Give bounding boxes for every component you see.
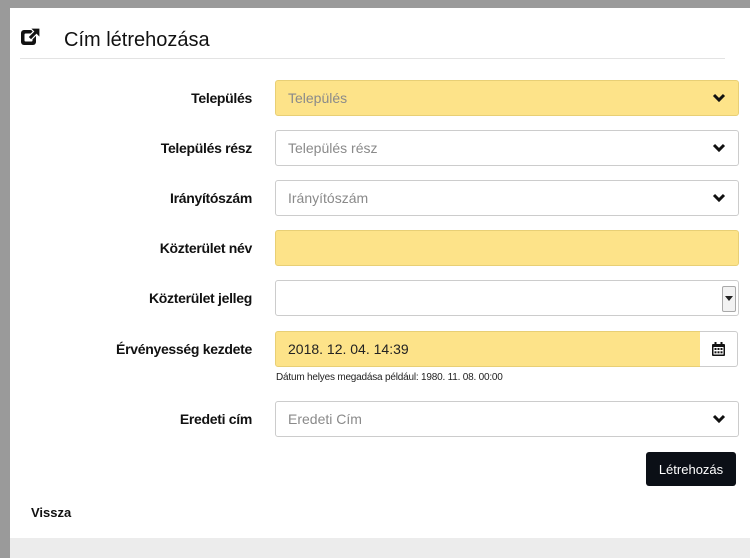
calendar-icon (712, 342, 725, 356)
back-link[interactable]: Vissza (31, 505, 71, 520)
create-button[interactable]: Létrehozás (646, 452, 736, 486)
original-address-placeholder: Eredeti Cím (288, 411, 362, 427)
calendar-button[interactable] (700, 331, 738, 367)
caret-down-icon (725, 296, 733, 301)
date-format-hint: Dátum helyes megadása például: 1980. 11.… (276, 372, 503, 383)
postal-code-row: Irányítószám Irányítószám (0, 180, 750, 216)
street-type-row: Közterület jelleg (0, 280, 750, 316)
street-name-input[interactable] (275, 230, 739, 266)
settlement-select[interactable]: Település (275, 80, 739, 116)
chevron-down-icon (712, 93, 726, 103)
original-address-row: Eredeti cím Eredeti Cím (0, 401, 750, 437)
settlement-label: Település (191, 90, 252, 106)
validity-start-value: 2018. 12. 04. 14:39 (288, 341, 409, 357)
validity-start-input[interactable]: 2018. 12. 04. 14:39 (275, 331, 701, 367)
postal-code-label: Irányítószám (170, 190, 252, 206)
page-title: Cím létrehozása (64, 29, 210, 51)
original-address-select[interactable]: Eredeti Cím (275, 401, 739, 437)
street-name-label: Közterület név (159, 240, 253, 256)
chevron-down-icon (712, 414, 726, 424)
settlement-part-label: Település rész (160, 140, 253, 156)
validity-start-label: Érvényesség kezdete (116, 341, 252, 357)
postal-code-select[interactable]: Irányítószám (275, 180, 739, 216)
street-type-select[interactable] (275, 280, 739, 316)
chevron-down-icon (712, 193, 726, 203)
street-type-label: Közterület jelleg (148, 290, 252, 306)
chevron-down-icon (712, 143, 726, 153)
street-name-row: Közterület név (0, 230, 750, 266)
page-header: Cím létrehozása (20, 24, 725, 59)
external-link-icon (21, 27, 41, 45)
settlement-part-placeholder: Település rész (288, 140, 378, 156)
postal-code-placeholder: Irányítószám (288, 190, 369, 206)
settlement-part-row: Település rész Település rész (0, 130, 750, 166)
validity-start-row: Érvényesség kezdete 2018. 12. 04. 14:39 (0, 331, 750, 367)
footer-strip (10, 538, 750, 558)
settlement-placeholder: Település (288, 90, 348, 106)
select-arrow-button[interactable] (722, 286, 736, 312)
settlement-row: Település Település (0, 80, 750, 116)
settlement-part-select[interactable]: Település rész (275, 130, 739, 166)
original-address-label: Eredeti cím (179, 411, 252, 427)
